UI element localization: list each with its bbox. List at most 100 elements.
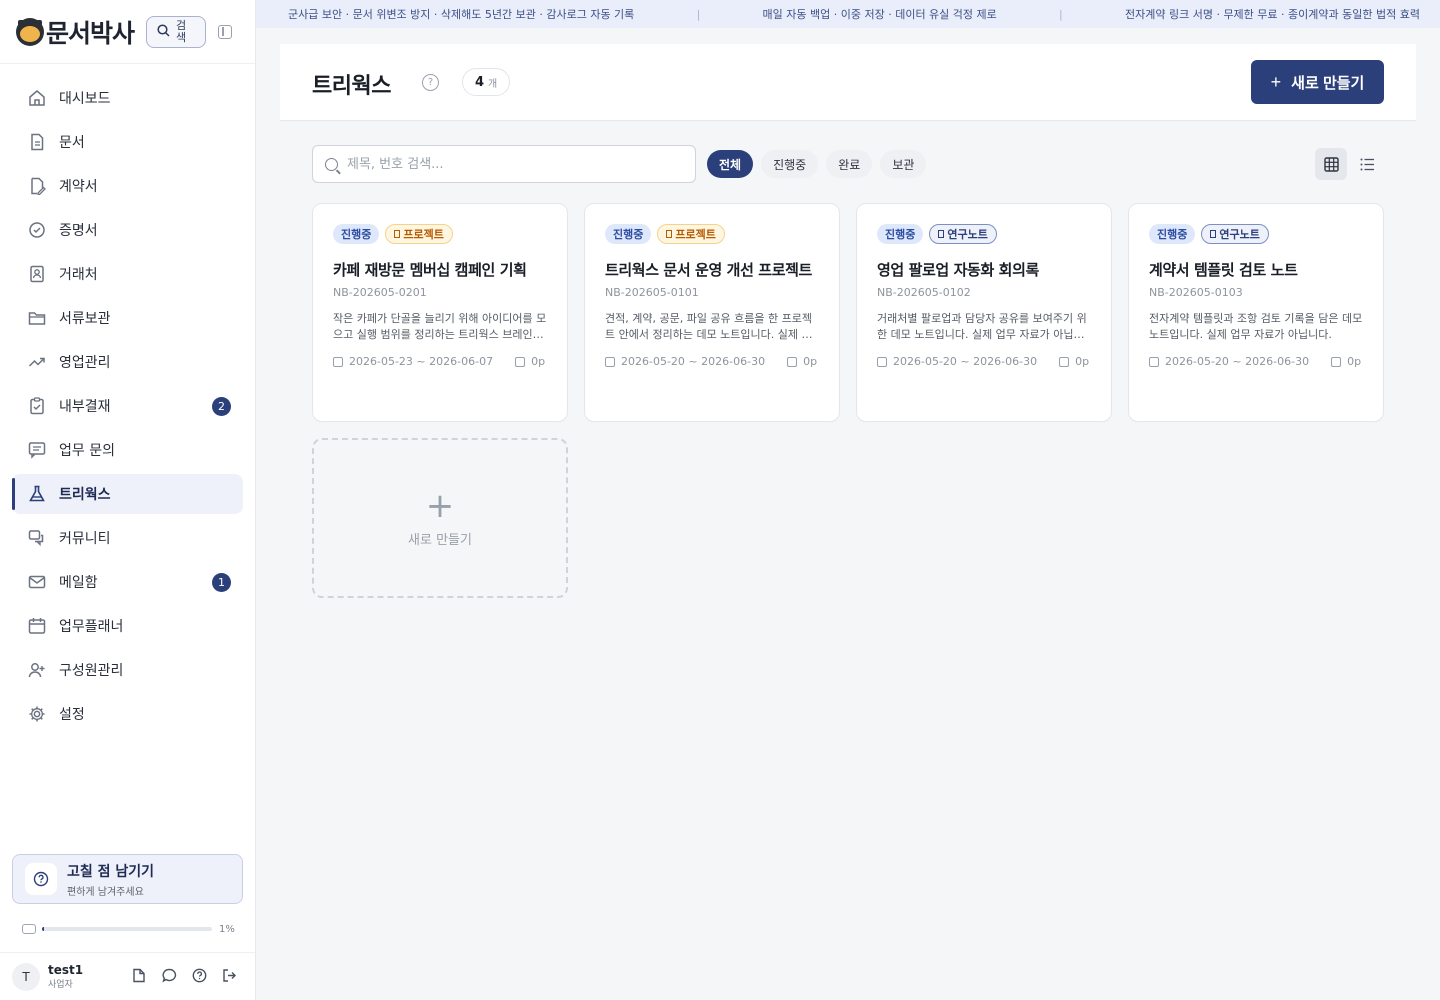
type-label: 프로젝트 — [675, 228, 716, 241]
sidebar-item-label: 업무 문의 — [59, 443, 115, 459]
sidebar-item-3[interactable]: 증명서 — [12, 210, 243, 250]
page-icon — [787, 356, 798, 367]
sidebar-item-label: 구성원관리 — [59, 663, 124, 679]
sidebar-item-0[interactable]: 대시보드 — [12, 78, 243, 118]
brand-logo[interactable]: 문서박사 — [16, 12, 135, 52]
project-card[interactable]: 진행중 연구노트 계약서 템플릿 검토 노트 NB-202605-0103 전자계약 템… — [1128, 203, 1384, 422]
status-badge: 진행중 — [333, 224, 380, 244]
create-new-button[interactable]: + 새로 만들기 — [1251, 60, 1384, 104]
sidebar-item-2[interactable]: 계약서 — [12, 166, 243, 206]
sidebar-item-13[interactable]: 구성원관리 — [12, 650, 243, 690]
item-count: 4 — [475, 74, 485, 90]
page-icon — [515, 356, 526, 367]
folder-icon — [28, 309, 46, 327]
card-dates: 2026-05-20 ~ 2026-06-30 — [1165, 355, 1310, 368]
card-code: NB-202605-0101 — [605, 286, 699, 299]
card-description: 견적, 계약, 공문, 파일 공유 흐름을 한 프로젝트 안에서 정리하는 데모… — [605, 312, 813, 341]
sidebar-collapse-icon[interactable] — [218, 25, 232, 39]
type-badge: 연구노트 — [929, 224, 997, 244]
sidebar-item-5[interactable]: 서류보관 — [12, 298, 243, 338]
grid-view-button[interactable] — [1315, 148, 1347, 180]
view-toggle — [1315, 148, 1383, 180]
main-panel: 트리웍스 ? 4 개 + 새로 만들기 전체진행중완료보관 진행중프로젝트카페 … — [280, 44, 1416, 1000]
clipboard-check-icon — [28, 397, 46, 415]
grid-icon — [1323, 156, 1339, 172]
calendar-icon — [28, 617, 46, 635]
storage-progress-bar — [42, 927, 212, 931]
sidebar-item-8[interactable]: 업무 문의 — [12, 430, 243, 470]
message-square-icon — [28, 441, 46, 459]
project-card[interactable]: 진행중 연구노트 영업 팔로업 자동화 회의록 NB-202605-0102 거래처별 … — [856, 203, 1112, 422]
list-icon — [1360, 158, 1374, 170]
project-card[interactable]: 진행중 프로젝트 카페 재방문 멤버십 캠페인 기획 NB-202605-0201 작은… — [312, 203, 568, 422]
tag-icon — [394, 230, 401, 238]
sidebar-item-label: 설정 — [59, 707, 85, 723]
logout-icon[interactable] — [221, 967, 237, 983]
sidebar-item-4[interactable]: 거래처 — [12, 254, 243, 294]
sidebar-item-10[interactable]: 커뮤니티 — [12, 518, 243, 558]
chat-bubbles-icon — [28, 529, 46, 547]
search-button[interactable]: 검색 — [146, 16, 206, 48]
sidebar-item-label: 영업관리 — [59, 355, 111, 371]
sidebar-item-label: 거래처 — [59, 267, 98, 283]
calendar-icon — [1149, 356, 1159, 367]
flask-icon — [28, 485, 46, 503]
sidebar-item-label: 증명서 — [59, 223, 98, 239]
storage-icon — [22, 924, 36, 934]
tag-icon — [1210, 230, 1217, 238]
status-badge: 진행중 — [1149, 224, 1196, 244]
plus-icon: + — [425, 485, 455, 526]
feedback-subtitle: 편하게 남겨주세요 — [67, 886, 144, 898]
sidebar-item-label: 내부결재 — [59, 399, 111, 415]
type-label: 연구노트 — [1219, 228, 1260, 241]
list-view-button[interactable] — [1351, 148, 1383, 180]
banner-message: 전자계약 링크 서명 · 무제한 무료 · 종이계약과 동일한 법적 효력 — [1125, 8, 1420, 21]
sidebar-item-label: 문서 — [59, 135, 85, 151]
type-label: 프로젝트 — [403, 228, 444, 241]
status-badge: 진행중 — [877, 224, 924, 244]
feedback-button[interactable]: 고칠 점 남기기 편하게 남겨주세요 — [12, 854, 243, 904]
feedback-title: 고칠 점 남기기 — [67, 863, 155, 880]
document-icon — [28, 133, 46, 151]
help-circle-icon[interactable] — [191, 967, 207, 983]
type-badge: 연구노트 — [1201, 224, 1269, 244]
filter-chip[interactable]: 전체 — [707, 150, 754, 178]
chat-icon[interactable] — [161, 967, 177, 983]
avatar[interactable]: T — [12, 962, 40, 991]
page-icon — [1331, 356, 1342, 367]
filter-chip[interactable]: 완료 — [826, 150, 873, 178]
sidebar-item-1[interactable]: 문서 — [12, 122, 243, 162]
contact-card-icon — [28, 265, 46, 283]
sidebar-item-14[interactable]: 설정 — [12, 694, 243, 734]
project-card[interactable]: 진행중 프로젝트 트리웍스 문서 운영 개선 프로젝트 NB-202605-0101 견… — [584, 203, 840, 422]
storage-usage: 1% — [12, 914, 243, 944]
home-icon — [28, 89, 46, 107]
banner-message: 군사급 보안 · 문서 위변조 방지 · 삭제해도 5년간 보관 · 감사로그 … — [288, 8, 635, 21]
help-icon[interactable]: ? — [422, 74, 439, 91]
page-title: 트리웍스 — [312, 74, 391, 99]
mail-icon — [28, 573, 46, 591]
storage-progress-fill — [42, 927, 44, 931]
sidebar-item-11[interactable]: 메일함 1 — [12, 562, 243, 602]
search-field[interactable] — [312, 145, 696, 183]
calendar-icon — [333, 356, 343, 367]
feedback-help-icon — [25, 863, 57, 895]
file-icon[interactable] — [131, 967, 147, 983]
sidebar-item-9[interactable]: 트리웍스 — [12, 474, 243, 514]
card-dates: 2026-05-20 ~ 2026-06-30 — [893, 355, 1038, 368]
search-icon — [157, 23, 170, 41]
sidebar-item-label: 대시보드 — [59, 91, 111, 107]
filter-chip[interactable]: 보관 — [880, 150, 927, 178]
new-item-card[interactable]: + 새로 만들기 — [312, 438, 568, 598]
card-dates: 2026-05-20 ~ 2026-06-30 — [621, 355, 766, 368]
sidebar-item-6[interactable]: 영업관리 — [12, 342, 243, 382]
sidebar-item-label: 커뮤니티 — [59, 531, 111, 547]
sidebar-item-12[interactable]: 업무플래너 — [12, 606, 243, 646]
brand-name: 문서박사 — [46, 19, 135, 48]
search-input[interactable] — [347, 156, 667, 172]
filter-chip[interactable]: 진행중 — [761, 150, 819, 178]
sidebar-item-7[interactable]: 내부결재 2 — [12, 386, 243, 426]
storage-percent: 1% — [219, 923, 235, 935]
sidebar-item-label: 메일함 — [59, 575, 98, 591]
sidebar-item-label: 트리웍스 — [59, 487, 111, 503]
